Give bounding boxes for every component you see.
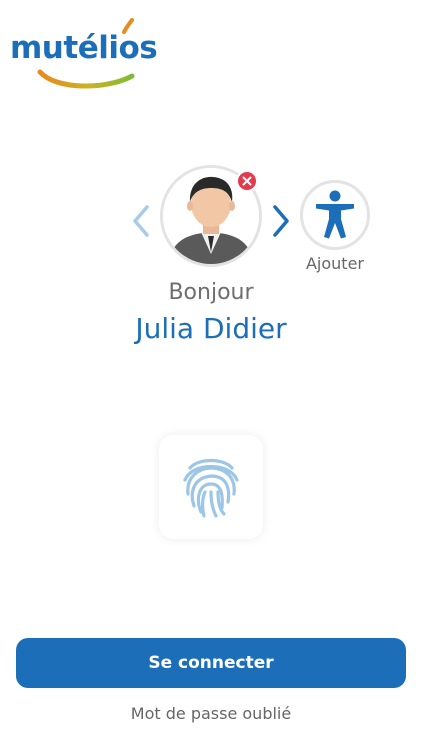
remove-profile-button[interactable]: [236, 170, 258, 192]
close-icon: [242, 176, 252, 186]
greeting-text: Bonjour: [168, 280, 254, 305]
fingerprint-icon: [183, 458, 239, 518]
logo-text: mutélios: [10, 30, 158, 66]
forgot-password-link[interactable]: Mot de passe oublié: [0, 704, 422, 723]
add-profile-label: Ajouter: [305, 254, 364, 273]
add-profile-button[interactable]: [300, 180, 370, 250]
chevron-right-icon[interactable]: [271, 204, 291, 238]
logo-swoosh-icon: [37, 69, 135, 89]
brand-logo: mutélios: [10, 18, 160, 90]
logo-accent-icon: [122, 18, 134, 34]
connect-button[interactable]: Se connecter: [16, 638, 406, 688]
fingerprint-login-button[interactable]: [159, 435, 263, 539]
accessibility-person-icon: [316, 190, 354, 239]
user-name: Julia Didier: [135, 312, 287, 345]
chevron-left-icon[interactable]: [131, 204, 151, 238]
